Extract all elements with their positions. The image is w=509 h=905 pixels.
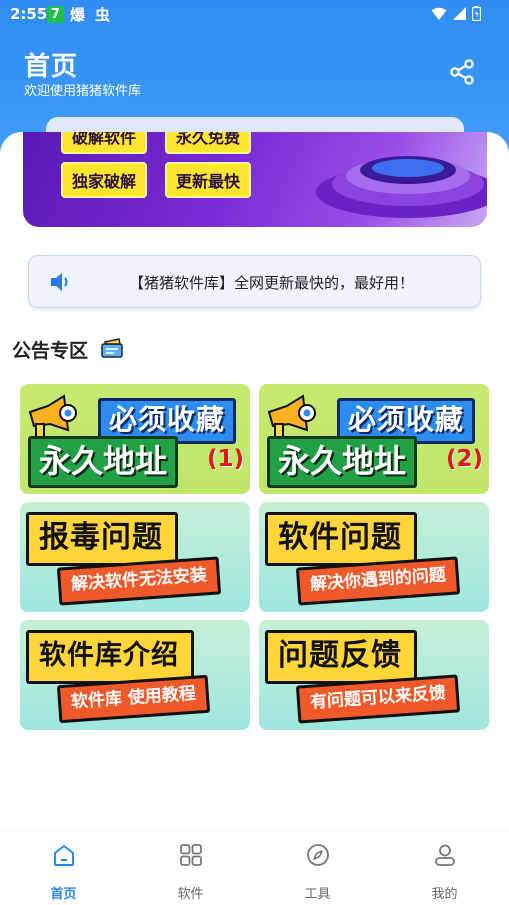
banner-tag: 更新最快 xyxy=(165,162,252,198)
nav-item-software[interactable]: 软件 xyxy=(127,831,254,905)
card-title: 软件库介绍 xyxy=(26,630,194,684)
notice-text: 【猪猪软件库】全网更新最快的，最好用！ xyxy=(129,274,415,292)
battery-icon xyxy=(472,6,481,21)
nav-label: 软件 xyxy=(177,887,204,902)
banner-tag: 永久免费 xyxy=(165,132,252,154)
card-number: (2) xyxy=(445,446,483,472)
card-library-intro[interactable]: 软件库介绍 软件库 使用教程 xyxy=(20,620,250,730)
card-title: 软件问题 xyxy=(265,512,417,566)
card-permanent-address-2[interactable]: 必须收藏 永久地址 (2) xyxy=(259,384,489,494)
banner-tag: 破解软件 xyxy=(61,132,148,154)
card-title: 报毒问题 xyxy=(26,512,178,566)
status-bar: 2:55 7 爆 虫 xyxy=(0,0,509,28)
nav-label: 工具 xyxy=(304,887,331,902)
nav-item-tools[interactable]: 工具 xyxy=(254,831,381,905)
status-notification-badge: 7 xyxy=(47,6,64,23)
section-title: 公告专区 xyxy=(12,340,89,362)
nav-item-home[interactable]: 首页 xyxy=(0,831,127,905)
notice-board-icon xyxy=(101,338,123,358)
status-app-icon: 虫 xyxy=(95,6,111,24)
card-software-issue[interactable]: 软件问题 解决你遇到的问题 xyxy=(259,502,489,612)
user-icon xyxy=(434,844,455,866)
banner-carousel[interactable]: 破解软件 永久免费 独家破解 更新最快 xyxy=(23,132,487,227)
speaker-icon xyxy=(51,273,68,291)
status-app-icon: 爆 xyxy=(70,6,86,24)
card-title: 永久地址 xyxy=(28,436,179,488)
banner-tag: 独家破解 xyxy=(61,162,148,198)
card-antivirus-issue[interactable]: 报毒问题 解决软件无法安装 xyxy=(20,502,250,612)
page-subtitle: 欢迎使用猪猪软件库 xyxy=(24,84,142,99)
signal-icon xyxy=(453,7,466,20)
status-time: 2:55 xyxy=(10,5,48,23)
card-permanent-address-1[interactable]: 必须收藏 永久地址 (1) xyxy=(20,384,250,494)
card-title: 永久地址 xyxy=(267,436,418,488)
notice-bar[interactable]: 【猪猪软件库】全网更新最快的，最好用！ xyxy=(28,255,481,308)
page-title: 首页 xyxy=(24,52,79,82)
card-title: 问题反馈 xyxy=(265,630,417,684)
share-icon[interactable] xyxy=(448,58,476,86)
nav-item-mine[interactable]: 我的 xyxy=(381,831,508,905)
nav-label: 我的 xyxy=(431,887,458,902)
banner-stage-graphic xyxy=(316,156,487,218)
compass-icon xyxy=(306,844,329,866)
wifi-icon xyxy=(431,7,447,20)
grid-icon xyxy=(179,844,202,866)
nav-label: 首页 xyxy=(50,887,77,902)
home-icon xyxy=(53,845,74,866)
bottom-navigation: 首页 软件 工具 我的 xyxy=(0,830,509,905)
card-feedback[interactable]: 问题反馈 有问题可以来反馈 xyxy=(259,620,489,730)
card-number: (1) xyxy=(206,446,244,472)
status-icons xyxy=(431,6,481,21)
